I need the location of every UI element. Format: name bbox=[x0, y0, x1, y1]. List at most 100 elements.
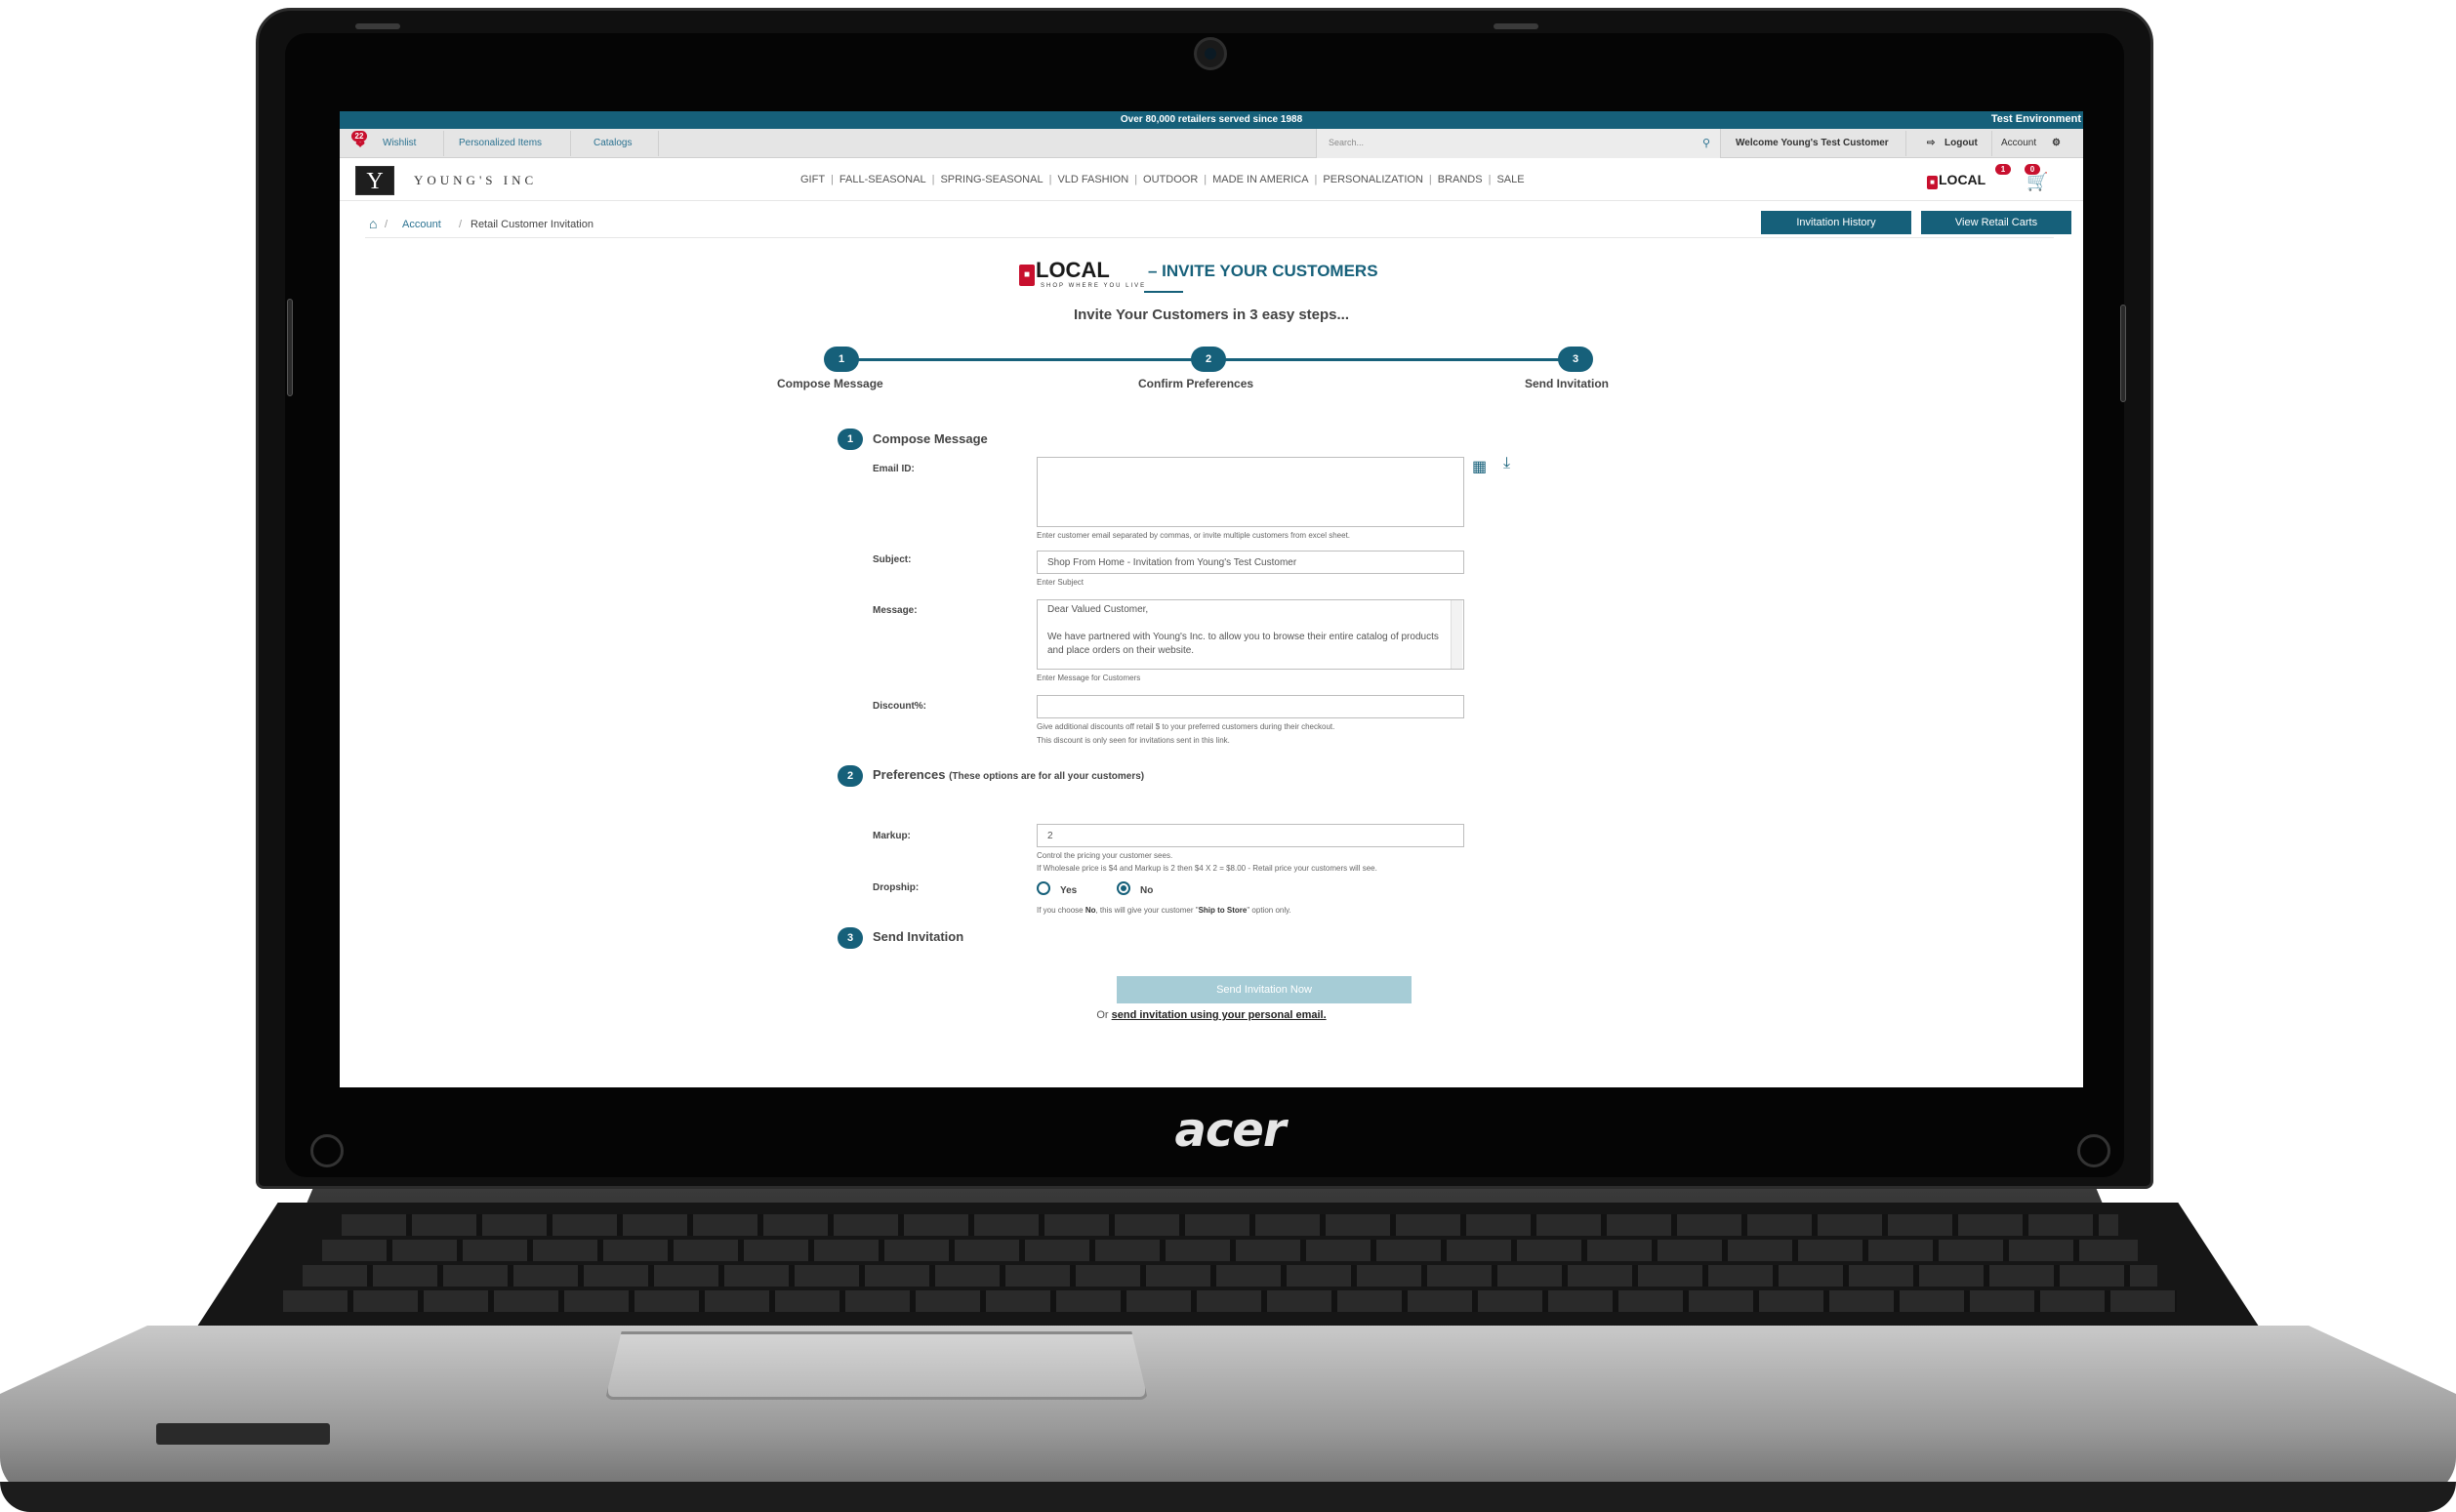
gear-icon[interactable]: ⚙ bbox=[2052, 138, 2061, 148]
local-heading-logo-text: LOCAL bbox=[1036, 258, 1110, 282]
cart-icon[interactable]: 🛒 bbox=[2026, 172, 2048, 192]
laptop-base bbox=[0, 1189, 2456, 1512]
excel-upload-icon[interactable]: ▦ bbox=[1472, 457, 1487, 476]
account-link[interactable]: Account bbox=[2001, 138, 2036, 148]
nav-item-gift[interactable]: GIFT bbox=[795, 174, 831, 185]
divider bbox=[570, 131, 571, 156]
wishlist-link[interactable]: Wishlist bbox=[383, 138, 416, 148]
nav-item-outdoor[interactable]: OUTDOOR bbox=[1137, 174, 1204, 185]
logout-link[interactable]: Logout bbox=[1944, 138, 1978, 148]
breadcrumb-separator: / bbox=[385, 219, 389, 230]
announcement-text: Over 80,000 retailers served since 1988 bbox=[1120, 114, 1303, 125]
local-badge: 1 bbox=[1995, 164, 2011, 175]
acer-logo: acer bbox=[1174, 1103, 1286, 1158]
invitation-history-button[interactable]: Invitation History bbox=[1761, 211, 1911, 234]
local-program-logo[interactable]: ■ LOCAL bbox=[1927, 172, 1985, 189]
home-icon[interactable]: ⌂ bbox=[369, 216, 377, 231]
breadcrumb-account-link[interactable]: Account bbox=[402, 219, 441, 230]
nav-item-spring-seasonal[interactable]: SPRING-SEASONAL bbox=[934, 174, 1048, 185]
divider bbox=[658, 131, 659, 156]
dropship-help-middle: , this will give your customer " bbox=[1095, 906, 1199, 915]
lid-slot-left bbox=[355, 23, 400, 29]
logout-icon[interactable]: ⇨ bbox=[1927, 138, 1935, 148]
bezel-screw-right bbox=[2077, 1134, 2110, 1167]
dropship-no-label[interactable]: No bbox=[1140, 885, 1153, 896]
breadcrumb-current: Retail Customer Invitation bbox=[471, 219, 594, 230]
dropship-label: Dropship: bbox=[873, 882, 920, 893]
shopping-bag-icon: ■ bbox=[1019, 265, 1035, 286]
message-scrollbar[interactable] bbox=[1451, 600, 1462, 669]
page-subtitle: Invite Your Customers in 3 easy steps... bbox=[1073, 306, 1350, 323]
main-navigation: Y YOUNG'S INC GIFT | FALL-SEASONAL | SPRIN… bbox=[340, 158, 2083, 201]
markup-label: Markup: bbox=[873, 831, 911, 841]
section-2-number: 2 bbox=[838, 765, 863, 787]
section-1-number: 1 bbox=[838, 429, 863, 450]
divider bbox=[443, 131, 444, 156]
brand-name[interactable]: YOUNG'S INC bbox=[414, 173, 537, 188]
section-1-title: Compose Message bbox=[873, 431, 988, 446]
nav-item-brands[interactable]: BRANDS bbox=[1432, 174, 1489, 185]
breadcrumb: ⌂ / Account / Retail Customer Invitation… bbox=[365, 211, 2071, 238]
page-title: – INVITE YOUR CUSTOMERS bbox=[1148, 262, 1378, 280]
nav-item-fall-seasonal[interactable]: FALL-SEASONAL bbox=[834, 174, 932, 185]
nav-item-made-in-america[interactable]: MADE IN AMERICA bbox=[1207, 174, 1314, 185]
dropship-help-text: If you choose No, this will give your cu… bbox=[1037, 906, 1291, 915]
nav-item-vld-fashion[interactable]: VLD FASHION bbox=[1051, 174, 1134, 185]
download-icon[interactable]: ⤓ bbox=[1503, 455, 1510, 472]
bezel-screw-left bbox=[310, 1134, 344, 1167]
step-1-label: Compose Message bbox=[777, 377, 883, 390]
discount-field[interactable] bbox=[1037, 695, 1464, 718]
markup-field[interactable] bbox=[1037, 824, 1464, 847]
message-field[interactable]: Dear Valued Customer, We have partnered … bbox=[1037, 599, 1464, 670]
key-row bbox=[283, 1290, 2177, 1312]
dropship-no-radio[interactable] bbox=[1117, 881, 1130, 895]
dropship-help-suffix: " option only. bbox=[1247, 906, 1291, 915]
email-help-text: Enter customer email separated by commas… bbox=[1037, 531, 1351, 540]
dropship-help-prefix: If you choose bbox=[1037, 906, 1085, 915]
utility-bar: ❤ 22 Wishlist Personalized Items Catalog… bbox=[340, 129, 2083, 158]
send-personal-email-link[interactable]: send invitation using your personal emai… bbox=[1112, 1009, 1327, 1021]
nav-item-sale[interactable]: SALE bbox=[1491, 174, 1530, 185]
alternate-send-prefix: Or bbox=[1096, 1009, 1112, 1021]
brand-logo[interactable]: Y bbox=[355, 166, 394, 195]
step-2-label: Confirm Preferences bbox=[1138, 377, 1254, 390]
message-help-text: Enter Message for Customers bbox=[1037, 674, 1141, 682]
view-retail-carts-button[interactable]: View Retail Carts bbox=[1921, 211, 2071, 234]
step-3-indicator: 3 bbox=[1558, 347, 1593, 372]
base-front-edge bbox=[0, 1482, 2456, 1512]
local-tagline: SHOP WHERE YOU LIVE bbox=[1041, 283, 1147, 289]
environment-label: Test Environment bbox=[1990, 113, 2081, 125]
cart-count-badge: 0 bbox=[2025, 164, 2040, 175]
dropship-yes-radio[interactable] bbox=[1037, 881, 1050, 895]
email-field[interactable] bbox=[1037, 457, 1464, 527]
welcome-text: Welcome Young's Test Customer bbox=[1736, 138, 1889, 148]
search-icon[interactable]: ⚲ bbox=[1702, 137, 1710, 149]
shopping-bag-icon: ■ bbox=[1927, 176, 1938, 189]
keyboard bbox=[195, 1203, 2261, 1329]
divider bbox=[1905, 131, 1906, 156]
lid-slot-right bbox=[1494, 23, 1538, 29]
email-label: Email ID: bbox=[873, 464, 915, 474]
subject-field[interactable] bbox=[1037, 551, 1464, 574]
dropship-help-no: No bbox=[1085, 906, 1096, 915]
sd-card-slot bbox=[156, 1423, 330, 1445]
search-input[interactable]: Search... bbox=[1329, 138, 1364, 147]
breadcrumb-separator: / bbox=[459, 219, 463, 230]
section-3-title: Send Invitation bbox=[873, 929, 964, 944]
bezel-side-slot-right bbox=[2120, 305, 2126, 402]
send-invitation-button[interactable]: Send Invitation Now bbox=[1117, 976, 1412, 1003]
section-2-title-text: Preferences bbox=[873, 767, 946, 782]
discount-help-text-2: This discount is only seen for invitatio… bbox=[1037, 736, 1230, 745]
nav-item-personalization[interactable]: PERSONALIZATION bbox=[1317, 174, 1428, 185]
dropship-help-ship-to-store: Ship to Store bbox=[1198, 906, 1248, 915]
search-bar[interactable]: Search... ⚲ bbox=[1316, 129, 1721, 158]
title-underline bbox=[1144, 291, 1183, 293]
subject-label: Subject: bbox=[873, 554, 912, 565]
category-menu: GIFT | FALL-SEASONAL | SPRING-SEASONAL | VL… bbox=[795, 174, 1531, 185]
catalogs-link[interactable]: Catalogs bbox=[594, 138, 632, 148]
key-row bbox=[322, 1240, 2138, 1261]
personalized-items-link[interactable]: Personalized Items bbox=[459, 138, 542, 148]
dropship-yes-label[interactable]: Yes bbox=[1060, 885, 1077, 896]
section-2-note: (These options are for all your customer… bbox=[949, 771, 1145, 782]
markup-help-text-2: If Wholesale price is $4 and Markup is 2… bbox=[1037, 864, 1377, 873]
